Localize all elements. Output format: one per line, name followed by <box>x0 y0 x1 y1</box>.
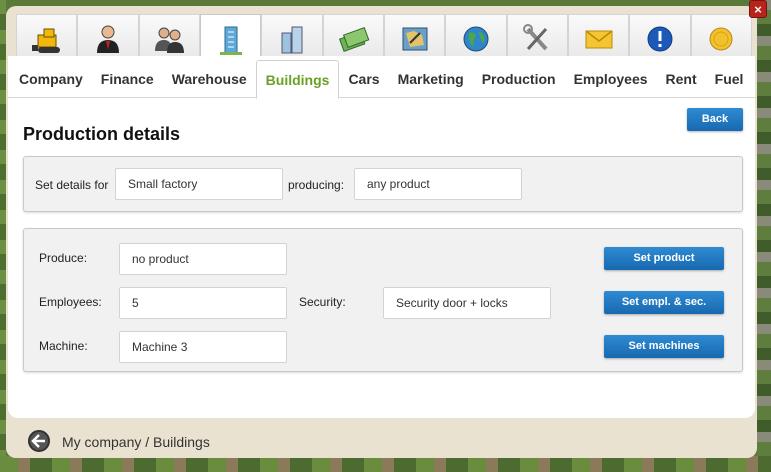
text-tab-bar: Company Finance Warehouse Buildings Cars… <box>8 60 755 99</box>
background-right <box>757 0 771 472</box>
set-details-label: Set details for <box>35 178 109 192</box>
page-title: Production details <box>23 124 181 144</box>
tab-marketing[interactable]: Marketing <box>389 60 473 98</box>
envelope-icon <box>585 29 613 48</box>
machine-label: Machine: <box>39 339 88 353</box>
produce-select[interactable]: no product <box>119 243 287 275</box>
icon-tab-info[interactable] <box>629 14 691 62</box>
tab-rent[interactable]: Rent <box>657 60 706 98</box>
back-arrow-icon <box>31 434 45 448</box>
tab-cars[interactable]: Cars <box>339 60 388 98</box>
set-machines-button[interactable]: Set machines <box>604 335 724 358</box>
icon-tab-globe[interactable] <box>445 14 507 62</box>
icon-tab-office[interactable] <box>261 14 323 62</box>
icon-tab-money[interactable] <box>322 14 384 62</box>
produce-label: Produce: <box>39 251 88 265</box>
money-bills-icon <box>339 26 370 52</box>
tools-icon <box>523 23 548 50</box>
icon-tab-mail[interactable] <box>567 14 630 62</box>
icon-tab-bar <box>16 14 752 64</box>
company-window: Company Finance Warehouse Buildings Cars… <box>6 6 757 458</box>
tab-employees[interactable]: Employees <box>565 60 657 98</box>
employees-input[interactable]: 5 <box>119 287 287 319</box>
employees-label: Employees: <box>39 295 102 309</box>
businessman-icon <box>96 25 119 53</box>
icon-tab-tools[interactable] <box>506 14 568 62</box>
production-settings-panel: Produce: no product Set product Employee… <box>23 228 743 372</box>
close-button[interactable]: × <box>749 0 767 18</box>
breadcrumb: My company / Buildings <box>62 434 210 450</box>
tab-warehouse[interactable]: Warehouse <box>163 60 256 98</box>
product-select[interactable]: any product <box>354 168 522 200</box>
coin-icon <box>709 27 733 50</box>
globe-icon <box>463 26 489 51</box>
icon-tab-businessman[interactable] <box>77 14 139 62</box>
set-employees-security-button[interactable]: Set empl. & sec. <box>604 291 724 314</box>
set-details-panel: Set details for Small factory producing:… <box>23 156 743 212</box>
people-icon <box>155 27 185 53</box>
bulldozer-icon <box>31 28 60 53</box>
info-exclamation-icon <box>647 26 673 51</box>
tab-buildings[interactable]: Buildings <box>255 60 340 99</box>
building-icon <box>219 26 242 55</box>
icon-tab-bulldozer[interactable] <box>16 14 78 62</box>
back-arrow-button[interactable] <box>28 430 50 452</box>
set-product-button[interactable]: Set product <box>604 247 724 270</box>
machine-select[interactable]: Machine 3 <box>119 331 287 363</box>
producing-label: producing: <box>288 178 345 192</box>
map-icon <box>402 27 428 50</box>
tab-finance[interactable]: Finance <box>92 60 163 98</box>
security-select[interactable]: Security door + locks <box>383 287 551 319</box>
content-card: Company Finance Warehouse Buildings Cars… <box>8 56 755 418</box>
tab-fuel[interactable]: Fuel <box>706 60 753 98</box>
security-label: Security: <box>299 295 346 309</box>
tab-company[interactable]: Company <box>10 60 92 98</box>
tab-production[interactable]: Production <box>473 60 565 98</box>
breadcrumb-bar: My company / Buildings <box>6 420 757 458</box>
icon-tab-map[interactable] <box>383 14 446 62</box>
office-buildings-icon <box>281 26 303 53</box>
icon-tab-people[interactable] <box>138 14 200 62</box>
background-bottom <box>0 456 771 472</box>
building-select[interactable]: Small factory <box>115 168 283 200</box>
icon-tab-coin[interactable] <box>690 14 752 62</box>
back-button[interactable]: Back <box>687 108 743 131</box>
